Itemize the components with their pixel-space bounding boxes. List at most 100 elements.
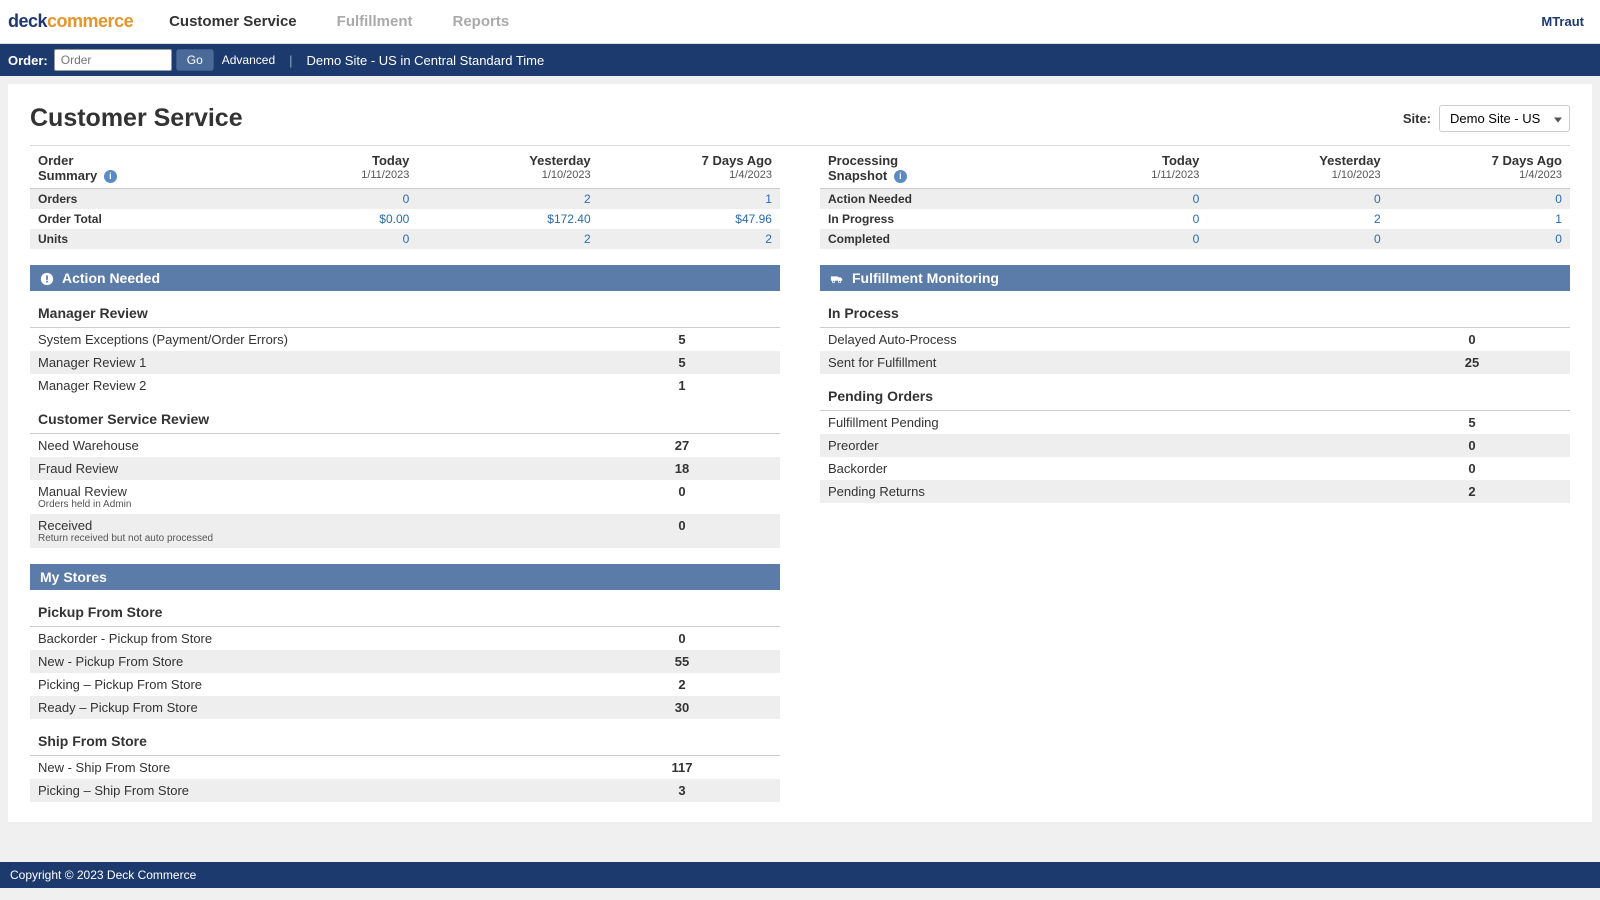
info-icon[interactable]: i <box>894 170 907 183</box>
data-row-value: 3 <box>592 783 772 798</box>
data-row[interactable]: Delayed Auto-Process0 <box>820 328 1570 351</box>
data-row-label: Ready – Pickup From Store <box>38 700 592 715</box>
fulfillment-monitoring-header: Fulfillment Monitoring <box>820 265 1570 291</box>
data-row[interactable]: Preorder0 <box>820 434 1570 457</box>
data-row[interactable]: ReceivedReturn received but not auto pro… <box>30 514 780 548</box>
data-row[interactable]: Need Warehouse27 <box>30 434 780 457</box>
alert-icon <box>40 270 54 286</box>
summary-row: Order Total$0.00$172.40$47.96 <box>30 209 780 229</box>
advanced-link[interactable]: Advanced <box>222 53 275 67</box>
footer: Copyright © 2023 Deck Commerce <box>0 862 1600 888</box>
data-row[interactable]: Backorder0 <box>820 457 1570 480</box>
data-row-value: 5 <box>592 332 772 347</box>
summary-value[interactable]: 0 <box>1018 232 1199 246</box>
data-row-value: 0 <box>1382 461 1562 476</box>
info-icon[interactable]: i <box>104 170 117 183</box>
page-header: Customer Service Site: Demo Site - US <box>30 104 1570 133</box>
summary-value[interactable]: 2 <box>1199 212 1380 226</box>
truck-icon <box>830 270 844 286</box>
data-row-label: New - Pickup From Store <box>38 654 592 669</box>
summary-value[interactable]: $172.40 <box>409 212 590 226</box>
order-label: Order: <box>8 53 48 68</box>
group-heading: Manager Review <box>30 291 780 328</box>
group-heading: Customer Service Review <box>30 397 780 434</box>
summary-value[interactable]: 0 <box>1381 232 1562 246</box>
data-row-value: 2 <box>1382 484 1562 499</box>
data-row[interactable]: Pending Returns2 <box>820 480 1570 503</box>
nav-tab-reports[interactable]: Reports <box>452 13 509 30</box>
order-summary-table: OrderSummary i Today1/11/2023 Yesterday1… <box>30 152 780 249</box>
summary-row: Completed000 <box>820 229 1570 249</box>
logo-part2: commerce <box>47 11 133 31</box>
summary-value[interactable]: 2 <box>409 232 590 246</box>
processing-snapshot-title: ProcessingSnapshot i <box>828 154 1018 184</box>
processing-snapshot-table: ProcessingSnapshot i Today1/11/2023 Yest… <box>820 152 1570 249</box>
data-row[interactable]: Manual ReviewOrders held in Admin0 <box>30 480 780 514</box>
data-row[interactable]: Ready – Pickup From Store30 <box>30 696 780 719</box>
data-row-value: 0 <box>592 518 772 544</box>
summary-value[interactable]: $47.96 <box>591 212 772 226</box>
action-needed-title: Action Needed <box>62 270 160 286</box>
data-row-value: 117 <box>592 760 772 775</box>
nav-tab-customer-service[interactable]: Customer Service <box>169 13 297 30</box>
data-row-label: Manager Review 1 <box>38 355 592 370</box>
data-row-value: 27 <box>592 438 772 453</box>
nav-tab-fulfillment[interactable]: Fulfillment <box>337 13 413 30</box>
site-selector: Site: Demo Site - US <box>1403 105 1570 132</box>
data-row-label: Manager Review 2 <box>38 378 592 393</box>
summary-value[interactable]: 0 <box>1018 192 1199 206</box>
summary-row-label: In Progress <box>828 212 1018 226</box>
data-row-label: Preorder <box>828 438 1382 453</box>
summary-value[interactable]: 1 <box>1381 212 1562 226</box>
summary-row-label: Action Needed <box>828 192 1018 206</box>
data-row[interactable]: Manager Review 15 <box>30 351 780 374</box>
data-row[interactable]: New - Ship From Store117 <box>30 756 780 779</box>
summary-value[interactable]: 1 <box>591 192 772 206</box>
data-row[interactable]: Sent for Fulfillment25 <box>820 351 1570 374</box>
summary-value[interactable]: 0 <box>1199 232 1380 246</box>
data-row-label: Sent for Fulfillment <box>828 355 1382 370</box>
data-row-value: 0 <box>1382 438 1562 453</box>
dashboard-columns: Action Needed Manager ReviewSystem Excep… <box>30 265 1570 802</box>
data-row[interactable]: Backorder - Pickup from Store0 <box>30 627 780 650</box>
brand-logo[interactable]: deckcommerce <box>8 11 137 32</box>
summary-value[interactable]: 0 <box>1381 192 1562 206</box>
data-row-value: 0 <box>592 484 772 510</box>
summary-row: In Progress021 <box>820 209 1570 229</box>
summary-row: Units022 <box>30 229 780 249</box>
user-menu[interactable]: MTraut <box>1541 14 1592 29</box>
summary-value[interactable]: 0 <box>228 232 409 246</box>
data-row-sublabel: Orders held in Admin <box>38 499 592 510</box>
data-row-value: 1 <box>592 378 772 393</box>
data-row-label: Delayed Auto-Process <box>828 332 1382 347</box>
summary-value[interactable]: 0 <box>1199 192 1380 206</box>
data-row[interactable]: New - Pickup From Store55 <box>30 650 780 673</box>
data-row-label: Need Warehouse <box>38 438 592 453</box>
data-row[interactable]: Picking – Pickup From Store2 <box>30 673 780 696</box>
summary-value[interactable]: 0 <box>1018 212 1199 226</box>
logo-part1: deck <box>8 11 47 31</box>
group-heading: Pending Orders <box>820 374 1570 411</box>
data-row-label: Fraud Review <box>38 461 592 476</box>
data-row[interactable]: Manager Review 21 <box>30 374 780 397</box>
data-row[interactable]: Fulfillment Pending5 <box>820 411 1570 434</box>
summary-row: Orders021 <box>30 189 780 209</box>
data-row[interactable]: Picking – Ship From Store3 <box>30 779 780 802</box>
summary-value[interactable]: 2 <box>409 192 590 206</box>
data-row-label: Fulfillment Pending <box>828 415 1382 430</box>
summary-value[interactable]: $0.00 <box>228 212 409 226</box>
summary-row: Action Needed000 <box>820 189 1570 209</box>
data-row[interactable]: System Exceptions (Payment/Order Errors)… <box>30 328 780 351</box>
summary-value[interactable]: 0 <box>228 192 409 206</box>
site-select[interactable]: Demo Site - US <box>1439 105 1570 132</box>
data-row-value: 25 <box>1382 355 1562 370</box>
main-nav-tabs: Customer Service Fulfillment Reports <box>169 13 509 30</box>
order-summary-title: OrderSummary i <box>38 154 228 184</box>
data-row[interactable]: Fraud Review18 <box>30 457 780 480</box>
order-input[interactable] <box>54 49 172 71</box>
go-button[interactable]: Go <box>176 49 214 71</box>
summary-value[interactable]: 2 <box>591 232 772 246</box>
action-needed-header: Action Needed <box>30 265 780 291</box>
data-row-value: 18 <box>592 461 772 476</box>
data-row-label: Pending Returns <box>828 484 1382 499</box>
